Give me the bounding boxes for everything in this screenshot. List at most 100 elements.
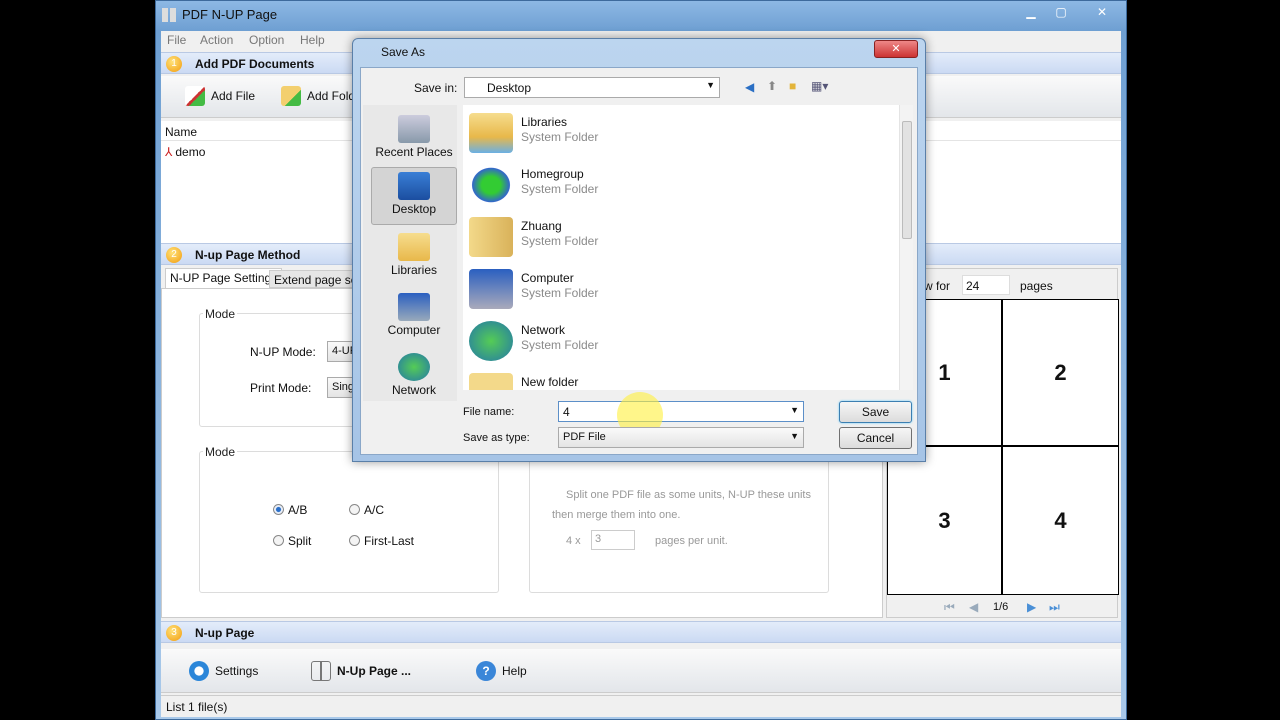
file-name-label: File name: xyxy=(463,406,515,418)
place-label: Computer xyxy=(387,323,441,337)
back-icon[interactable]: ◀ xyxy=(745,80,754,94)
save-button[interactable]: Save xyxy=(839,401,912,423)
radio-label: A/B xyxy=(288,503,308,517)
menu-action[interactable]: Action xyxy=(200,33,233,47)
radio-ac[interactable]: A/C xyxy=(349,503,384,517)
preview-pages-input[interactable]: 24 xyxy=(962,275,1010,295)
list-item[interactable]: ⅄ demo xyxy=(165,145,205,159)
chevron-down-icon: ▼ xyxy=(790,405,799,415)
chevron-down-icon: ▼ xyxy=(706,80,715,90)
settings-button[interactable]: Settings xyxy=(189,661,258,681)
network-icon xyxy=(469,321,513,361)
step-badge: 2 xyxy=(166,247,182,263)
file-browser-list[interactable]: Libraries System Folder Homegroup System F… xyxy=(463,105,913,390)
list-item[interactable]: Zhuang System Folder xyxy=(469,213,769,261)
radio-split[interactable]: Split xyxy=(273,534,311,548)
scrollbar-thumb[interactable] xyxy=(902,121,912,239)
item-name: Libraries xyxy=(521,115,568,129)
radio-label: First-Last xyxy=(364,534,415,548)
cancel-button[interactable]: Cancel xyxy=(839,427,912,449)
split-suffix: pages per unit. xyxy=(655,535,728,547)
place-computer[interactable]: Computer xyxy=(371,289,457,347)
split-description: Split one PDF file as some units, N-UP t… xyxy=(566,489,811,501)
homegroup-icon xyxy=(469,165,513,205)
preview-cell: 3 xyxy=(888,447,1003,594)
save-as-dialog: Save As ✕ Save in: Desktop ▼ ◀ ⬆ ■ ▦▾ Rec… xyxy=(352,38,926,462)
item-type: System Folder xyxy=(521,182,599,196)
settings-label: Settings xyxy=(215,664,259,678)
libraries-icon xyxy=(398,233,430,261)
save-type-value: PDF File xyxy=(563,431,606,443)
computer-icon xyxy=(398,293,430,321)
list-item[interactable]: Libraries System Folder xyxy=(469,109,769,157)
save-type-select[interactable]: PDF File ▼ xyxy=(558,427,804,448)
first-page-icon[interactable]: ⏮ xyxy=(944,600,955,615)
file-name: demo xyxy=(175,145,206,159)
network-icon xyxy=(398,353,430,381)
minimize-button[interactable]: ▁ xyxy=(1018,3,1044,21)
place-label: Network xyxy=(391,383,436,397)
section-title: N-up Page xyxy=(195,626,255,640)
next-page-icon[interactable]: ▶ xyxy=(1027,600,1036,614)
add-pdf-icon xyxy=(185,86,205,106)
radio-icon xyxy=(273,535,284,546)
step-badge: 3 xyxy=(166,625,182,641)
split-group xyxy=(529,451,829,593)
preview-cell: 2 xyxy=(1003,300,1118,447)
help-label: Help xyxy=(502,664,527,678)
new-folder-icon[interactable]: ■ xyxy=(789,79,796,93)
last-page-icon[interactable]: ⏭ xyxy=(1049,600,1060,615)
page-indicator: 1/6 xyxy=(993,601,1009,613)
step-badge: 1 xyxy=(166,56,182,72)
maximize-button[interactable]: ▢ xyxy=(1048,3,1074,21)
place-desktop[interactable]: Desktop xyxy=(371,167,457,225)
view-menu-icon[interactable]: ▦▾ xyxy=(811,79,828,93)
dialog-close-button[interactable]: ✕ xyxy=(874,40,918,58)
mode2-group xyxy=(199,451,499,593)
mode2-group-label: Mode xyxy=(203,445,238,459)
close-button[interactable]: ✕ xyxy=(1084,3,1120,21)
preview-for-label: w for xyxy=(924,279,951,293)
list-item[interactable]: Computer System Folder xyxy=(469,265,769,313)
radio-icon xyxy=(349,504,360,515)
section-nup: 3 N-up Page xyxy=(161,621,1121,643)
pages-grid-icon xyxy=(311,661,331,681)
menu-option[interactable]: Option xyxy=(249,33,284,47)
place-libraries[interactable]: Libraries xyxy=(371,229,457,287)
toolbar-nup: Settings N-Up Page ... ? Help xyxy=(161,649,1121,693)
window-title: PDF N-UP Page xyxy=(182,7,278,22)
place-network[interactable]: Network xyxy=(371,349,457,407)
scrollbar[interactable] xyxy=(899,105,913,390)
radio-ab[interactable]: A/B xyxy=(273,503,307,517)
place-recent[interactable]: Recent Places xyxy=(371,111,457,169)
list-item[interactable]: Network System Folder xyxy=(469,317,769,365)
user-folder-icon xyxy=(469,217,513,257)
save-type-label: Save as type: xyxy=(463,432,530,444)
file-name-input[interactable]: 4 ▼ xyxy=(558,401,804,422)
split-units-stepper[interactable]: 3 xyxy=(591,530,635,550)
chevron-down-icon: ▼ xyxy=(790,431,799,441)
menu-file[interactable]: File xyxy=(167,33,186,47)
prev-page-icon[interactable]: ◀ xyxy=(969,600,978,614)
item-type: System Folder xyxy=(521,338,599,352)
add-file-button[interactable]: Add File xyxy=(185,86,255,106)
place-label: Libraries xyxy=(390,263,438,277)
computer-icon xyxy=(469,269,513,309)
list-item[interactable]: New folder xyxy=(469,369,769,390)
up-folder-icon[interactable]: ⬆ xyxy=(767,79,777,93)
pages-label: pages xyxy=(1020,279,1053,293)
save-in-select[interactable]: Desktop ▼ xyxy=(464,77,720,98)
list-item[interactable]: Homegroup System Folder xyxy=(469,161,769,209)
radio-label: Split xyxy=(288,534,312,548)
menu-help[interactable]: Help xyxy=(300,33,325,47)
help-button[interactable]: ? Help xyxy=(476,661,527,681)
nup-page-button[interactable]: N-Up Page ... xyxy=(311,661,411,681)
section-title: Add PDF Documents xyxy=(195,57,315,71)
radio-first-last[interactable]: First-Last xyxy=(349,534,414,548)
print-mode-label: Print Mode: xyxy=(250,381,312,395)
preview-cell: 4 xyxy=(1054,507,1067,533)
save-in-label: Save in: xyxy=(414,81,458,95)
folder-icon xyxy=(469,373,513,390)
tab-nup-settings[interactable]: N-UP Page Settings xyxy=(165,268,283,288)
help-icon: ? xyxy=(476,661,496,681)
